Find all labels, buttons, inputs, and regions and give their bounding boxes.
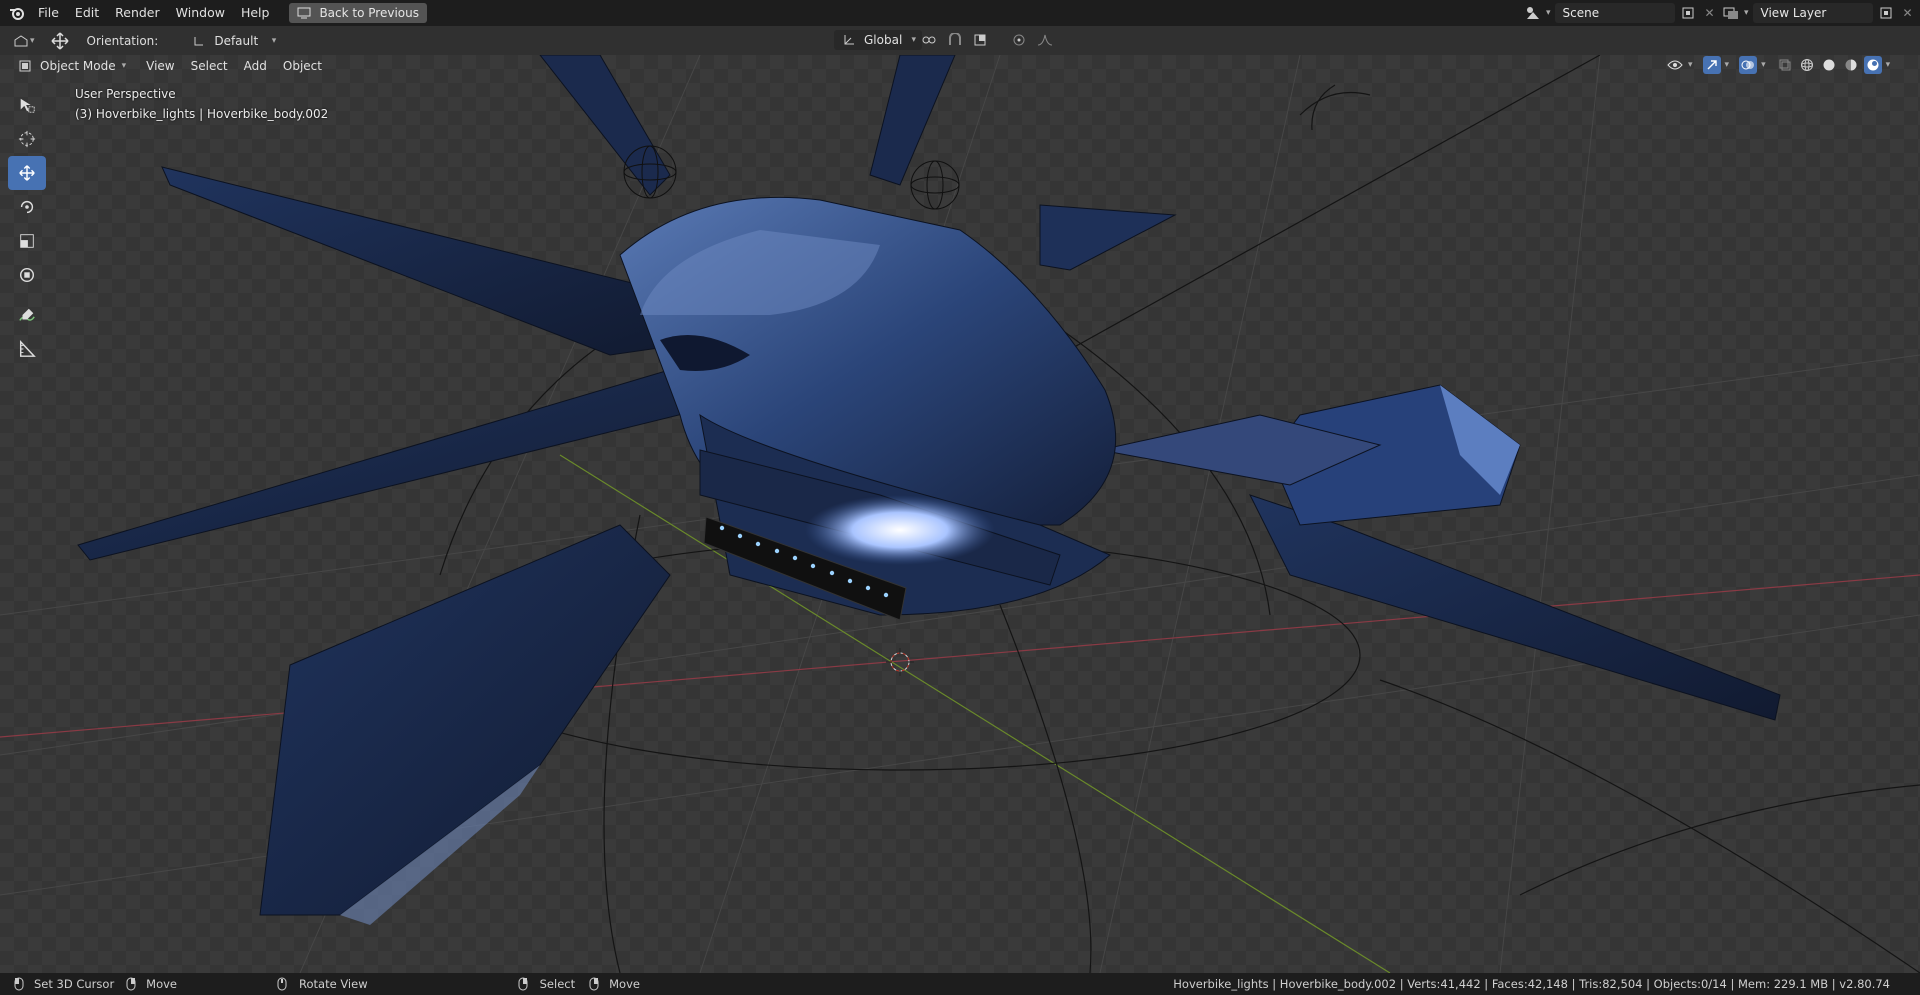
snap-icon[interactable] xyxy=(946,31,964,49)
mouse-right-icon xyxy=(514,975,532,993)
status-select: Select xyxy=(539,977,576,991)
annotate-pencil-icon xyxy=(18,306,36,324)
back-to-previous-label: Back to Previous xyxy=(319,6,419,20)
crosshair-cursor-icon xyxy=(18,130,36,148)
solid-shading-icon[interactable] xyxy=(1820,56,1838,74)
scene-name-field[interactable]: Scene xyxy=(1554,3,1675,23)
object-mode-icon xyxy=(16,57,34,75)
mode-label: Object Mode xyxy=(40,58,116,73)
chevron-down-icon[interactable]: ▾ xyxy=(1688,60,1693,70)
mouse-middle-icon xyxy=(273,975,291,993)
pivot-point-icon[interactable] xyxy=(920,31,938,49)
back-to-previous-button[interactable]: Back to Previous xyxy=(289,3,427,23)
orientation-label: Orientation: xyxy=(86,33,159,48)
menu-select[interactable]: Select xyxy=(183,59,236,73)
proportional-edit-icon[interactable] xyxy=(1010,31,1028,49)
active-object-label: (3) Hoverbike_lights | Hoverbike_body.00… xyxy=(75,107,329,121)
rotate-tool[interactable] xyxy=(8,190,46,224)
new-view-layer-icon[interactable] xyxy=(1877,4,1895,22)
select-cursor-icon xyxy=(18,96,36,114)
visibility-eye-icon[interactable] xyxy=(1666,56,1684,74)
transform-orientation-dropdown[interactable]: Global ▾ xyxy=(834,30,922,50)
menu-add[interactable]: Add xyxy=(236,59,275,73)
rendered-shading-icon[interactable] xyxy=(1863,56,1882,74)
chevron-down-icon: ▾ xyxy=(271,35,277,46)
chevron-down-icon: ▾ xyxy=(121,60,127,71)
status-move: Move xyxy=(146,977,178,991)
move-arrows-icon xyxy=(18,164,36,182)
orientation-dropdown[interactable]: Default ▾ xyxy=(184,30,283,51)
transform-tool[interactable] xyxy=(8,258,46,292)
rotate-icon xyxy=(18,198,36,216)
menu-object[interactable]: Object xyxy=(275,59,330,73)
menu-edit[interactable]: Edit xyxy=(67,0,107,26)
chevron-down-icon[interactable]: ▾ xyxy=(1761,60,1766,70)
scene-icon[interactable] xyxy=(1524,4,1542,22)
view-layer-chevron-icon[interactable]: ▾ xyxy=(1744,8,1749,18)
transform-orientation-value: Global xyxy=(864,33,903,47)
new-scene-icon[interactable] xyxy=(1679,4,1697,22)
measure-tool[interactable] xyxy=(8,332,46,366)
ruler-icon xyxy=(18,339,36,358)
move-tool[interactable] xyxy=(8,156,46,190)
delete-scene-icon[interactable]: ✕ xyxy=(1701,4,1719,22)
wireframe-shading-icon[interactable] xyxy=(1798,56,1816,74)
view-perspective-label: User Perspective xyxy=(75,87,176,101)
gizmo-toggle-icon[interactable] xyxy=(1702,56,1721,74)
editor-type-chevron-icon[interactable]: ▾ xyxy=(30,36,35,46)
cursor-tool[interactable] xyxy=(8,122,46,156)
mouse-left-icon xyxy=(10,975,28,993)
menu-view[interactable]: View xyxy=(138,59,182,73)
mouse-drag-icon xyxy=(122,975,140,993)
transform-icon xyxy=(18,266,36,284)
material-preview-icon[interactable] xyxy=(1842,56,1860,74)
view-layer-icon[interactable] xyxy=(1722,4,1740,22)
status-move-2: Move xyxy=(609,977,640,991)
blender-logo-icon[interactable] xyxy=(8,4,26,22)
view-layer-field[interactable]: View Layer xyxy=(1752,3,1873,23)
tool-shelf xyxy=(8,88,46,366)
mode-dropdown[interactable]: Object Mode ▾ xyxy=(12,56,130,76)
editor-type-icon[interactable] xyxy=(12,32,30,50)
orientation-axes-icon xyxy=(190,32,208,50)
viewport-header: Object Mode ▾ View Select Add Object ▾ ▾… xyxy=(0,55,1920,76)
xray-icon[interactable] xyxy=(1776,56,1794,74)
menu-window[interactable]: Window xyxy=(168,0,233,26)
scale-icon xyxy=(18,232,36,250)
scene-dropdown-chevron-icon[interactable]: ▾ xyxy=(1546,8,1551,18)
falloff-curve-icon[interactable] xyxy=(1036,31,1054,49)
delete-view-layer-icon[interactable]: ✕ xyxy=(1899,4,1917,22)
chevron-down-icon[interactable]: ▾ xyxy=(1886,60,1891,70)
snap-target-icon[interactable] xyxy=(972,31,990,49)
chevron-down-icon: ▾ xyxy=(911,35,916,45)
overlays-icon[interactable] xyxy=(1739,56,1758,74)
top-bar: File Edit Render Window Help Back to Pre… xyxy=(0,0,1920,26)
annotate-tool[interactable] xyxy=(8,298,46,332)
menu-file[interactable]: File xyxy=(30,0,67,26)
chevron-down-icon[interactable]: ▾ xyxy=(1725,60,1730,70)
orientation-value: Default xyxy=(214,33,259,48)
global-axes-icon xyxy=(840,31,858,49)
tool-settings-bar: ▾ Orientation: Default ▾ Global ▾ xyxy=(0,26,1920,55)
viewport-canvas[interactable] xyxy=(0,55,1920,973)
screen-icon xyxy=(295,4,313,22)
menu-render[interactable]: Render xyxy=(107,0,168,26)
status-stats: Hoverbike_lights | Hoverbike_body.002 | … xyxy=(1173,977,1890,991)
status-set-cursor: Set 3D Cursor xyxy=(34,977,115,991)
select-box-tool[interactable] xyxy=(8,88,46,122)
3d-viewport[interactable]: Object Mode ▾ View Select Add Object ▾ ▾… xyxy=(0,55,1920,973)
menu-help[interactable]: Help xyxy=(233,0,278,26)
move-tool-icon[interactable] xyxy=(51,31,69,50)
status-bar: Set 3D Cursor Move Rotate View Select Mo… xyxy=(0,973,1920,995)
mouse-drag-icon xyxy=(585,975,603,993)
scale-tool[interactable] xyxy=(8,224,46,258)
status-rotate-view: Rotate View xyxy=(299,977,368,991)
